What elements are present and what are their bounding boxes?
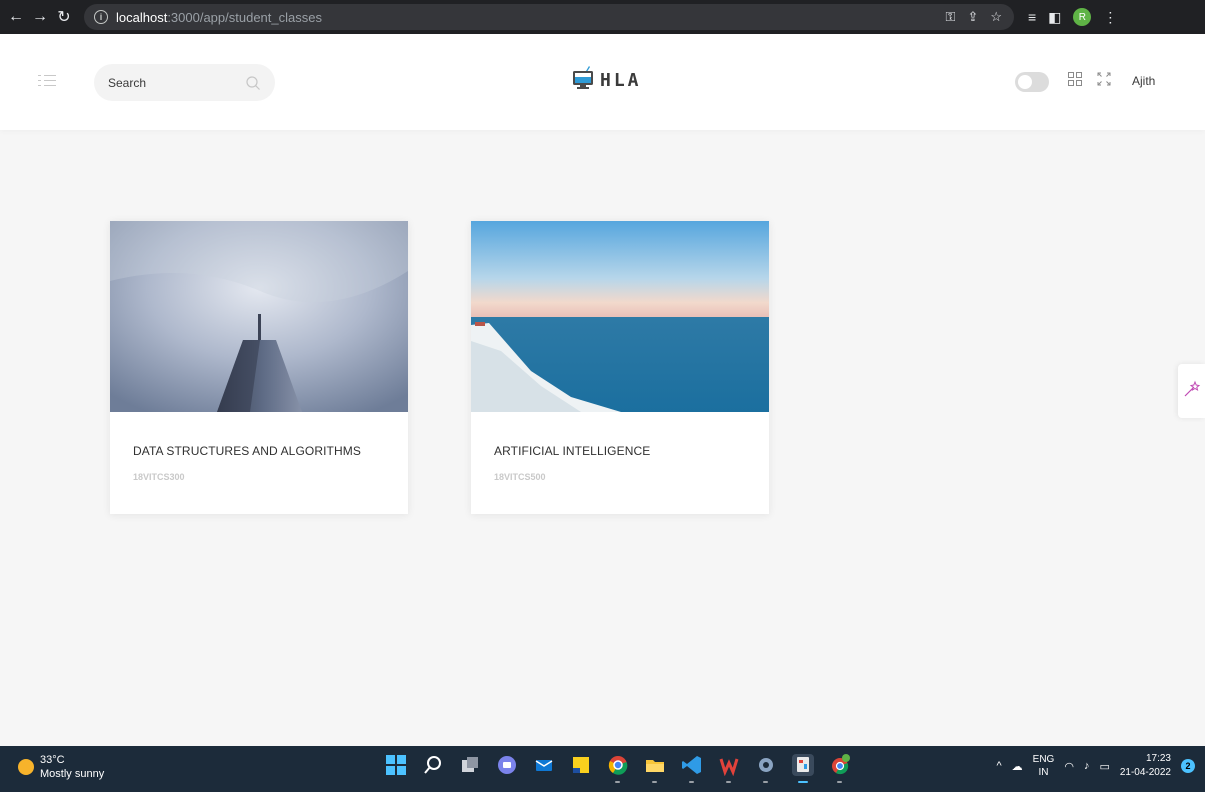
taskbar-apps xyxy=(385,754,851,783)
browser-menu-icon[interactable]: ⋮ xyxy=(1103,9,1117,26)
share-icon[interactable]: ⇪ xyxy=(967,9,978,25)
sticky-notes-icon[interactable] xyxy=(570,754,592,776)
menu-toggle-icon[interactable] xyxy=(38,74,56,88)
clock-date: 21-04-2022 xyxy=(1119,767,1171,778)
teams-chat-icon[interactable] xyxy=(496,754,518,776)
theme-toggle[interactable] xyxy=(1015,72,1049,92)
lang-region: IN xyxy=(1038,767,1049,778)
lang-code: ENG xyxy=(1032,754,1055,765)
system-tray: ^ ☁ ENG IN ◠ ♪ ▭ 17:23 21-04-2022 2 xyxy=(996,752,1195,780)
clock-time: 17:23 xyxy=(1145,753,1171,764)
class-title: ARTIFICIAL INTELLIGENCE xyxy=(494,444,651,458)
logo-text: HLA xyxy=(600,70,642,91)
url-host: localhost xyxy=(116,9,168,25)
class-card[interactable]: ARTIFICIAL INTELLIGENCE 18VITCS500 xyxy=(471,221,769,514)
settings-icon[interactable] xyxy=(755,754,777,783)
wps-office-icon[interactable] xyxy=(718,754,740,783)
search-box xyxy=(94,64,275,101)
reading-list-icon[interactable]: ≡ xyxy=(1028,9,1036,25)
class-code: 18VITCS300 xyxy=(133,472,185,482)
forward-icon[interactable]: → xyxy=(30,7,50,27)
logo[interactable]: HLA xyxy=(572,66,642,95)
class-title: DATA STRUCTURES AND ALGORITHMS xyxy=(133,444,361,458)
language-indicator[interactable]: ENG IN xyxy=(1033,753,1055,779)
start-icon[interactable] xyxy=(385,754,407,776)
search-taskbar-icon[interactable] xyxy=(422,754,444,776)
profile-avatar[interactable]: R xyxy=(1073,8,1092,26)
class-cover-image xyxy=(471,221,769,412)
search-icon[interactable] xyxy=(245,75,261,91)
clock[interactable]: 17:23 21-04-2022 xyxy=(1120,752,1171,780)
address-bar[interactable]: i localhost :3000/app/student_classes ⚿ … xyxy=(84,4,1014,30)
apps-grid-icon[interactable] xyxy=(1068,72,1084,88)
task-view-icon[interactable] xyxy=(459,754,481,776)
notification-badge[interactable]: 2 xyxy=(1181,759,1195,773)
wifi-icon[interactable]: ◠ xyxy=(1064,760,1074,773)
reload-icon[interactable]: ↻ xyxy=(54,7,74,27)
battery-icon[interactable]: ▭ xyxy=(1099,760,1109,773)
mail-icon[interactable] xyxy=(533,754,555,776)
weather-temp: 33°C xyxy=(40,754,65,766)
weather-widget[interactable]: 33°C Mostly sunny xyxy=(18,753,104,781)
browser-toolbar: ← → ↻ i localhost :3000/app/student_clas… xyxy=(0,0,1205,34)
chrome-profile-icon[interactable] xyxy=(829,754,851,783)
weather-desc: Mostly sunny xyxy=(40,768,105,780)
customizer-tab[interactable] xyxy=(1178,364,1205,418)
sun-icon xyxy=(18,759,34,775)
class-code: 18VITCS500 xyxy=(494,472,546,482)
class-cover-image xyxy=(110,221,408,412)
taskbar: 33°C Mostly sunny ^ ☁ ENG IN ◠ ♪ ▭ 17:23… xyxy=(0,746,1205,792)
magic-wand-icon xyxy=(1183,380,1201,403)
monitor-logo-icon xyxy=(572,66,594,95)
volume-icon[interactable]: ♪ xyxy=(1084,760,1090,772)
app-header: HLA Ajith xyxy=(0,34,1205,130)
onedrive-icon[interactable]: ☁ xyxy=(1012,760,1023,773)
key-icon[interactable]: ⚿ xyxy=(946,9,956,25)
bookmark-star-icon[interactable]: ☆ xyxy=(990,9,1002,25)
search-input[interactable] xyxy=(108,75,238,90)
chrome-icon[interactable] xyxy=(607,754,629,783)
back-icon[interactable]: ← xyxy=(6,7,26,27)
site-info-icon[interactable]: i xyxy=(94,10,108,24)
file-explorer-icon[interactable] xyxy=(644,754,666,783)
url-path: :3000/app/student_classes xyxy=(167,9,322,25)
fullscreen-icon[interactable] xyxy=(1097,72,1113,88)
side-panel-icon[interactable]: ◧ xyxy=(1048,9,1061,26)
vscode-icon[interactable] xyxy=(681,754,703,783)
class-card[interactable]: DATA STRUCTURES AND ALGORITHMS 18VITCS30… xyxy=(110,221,408,514)
tray-overflow-icon[interactable]: ^ xyxy=(996,760,1001,772)
user-name[interactable]: Ajith xyxy=(1132,74,1155,88)
snipping-tool-icon[interactable] xyxy=(792,754,814,783)
